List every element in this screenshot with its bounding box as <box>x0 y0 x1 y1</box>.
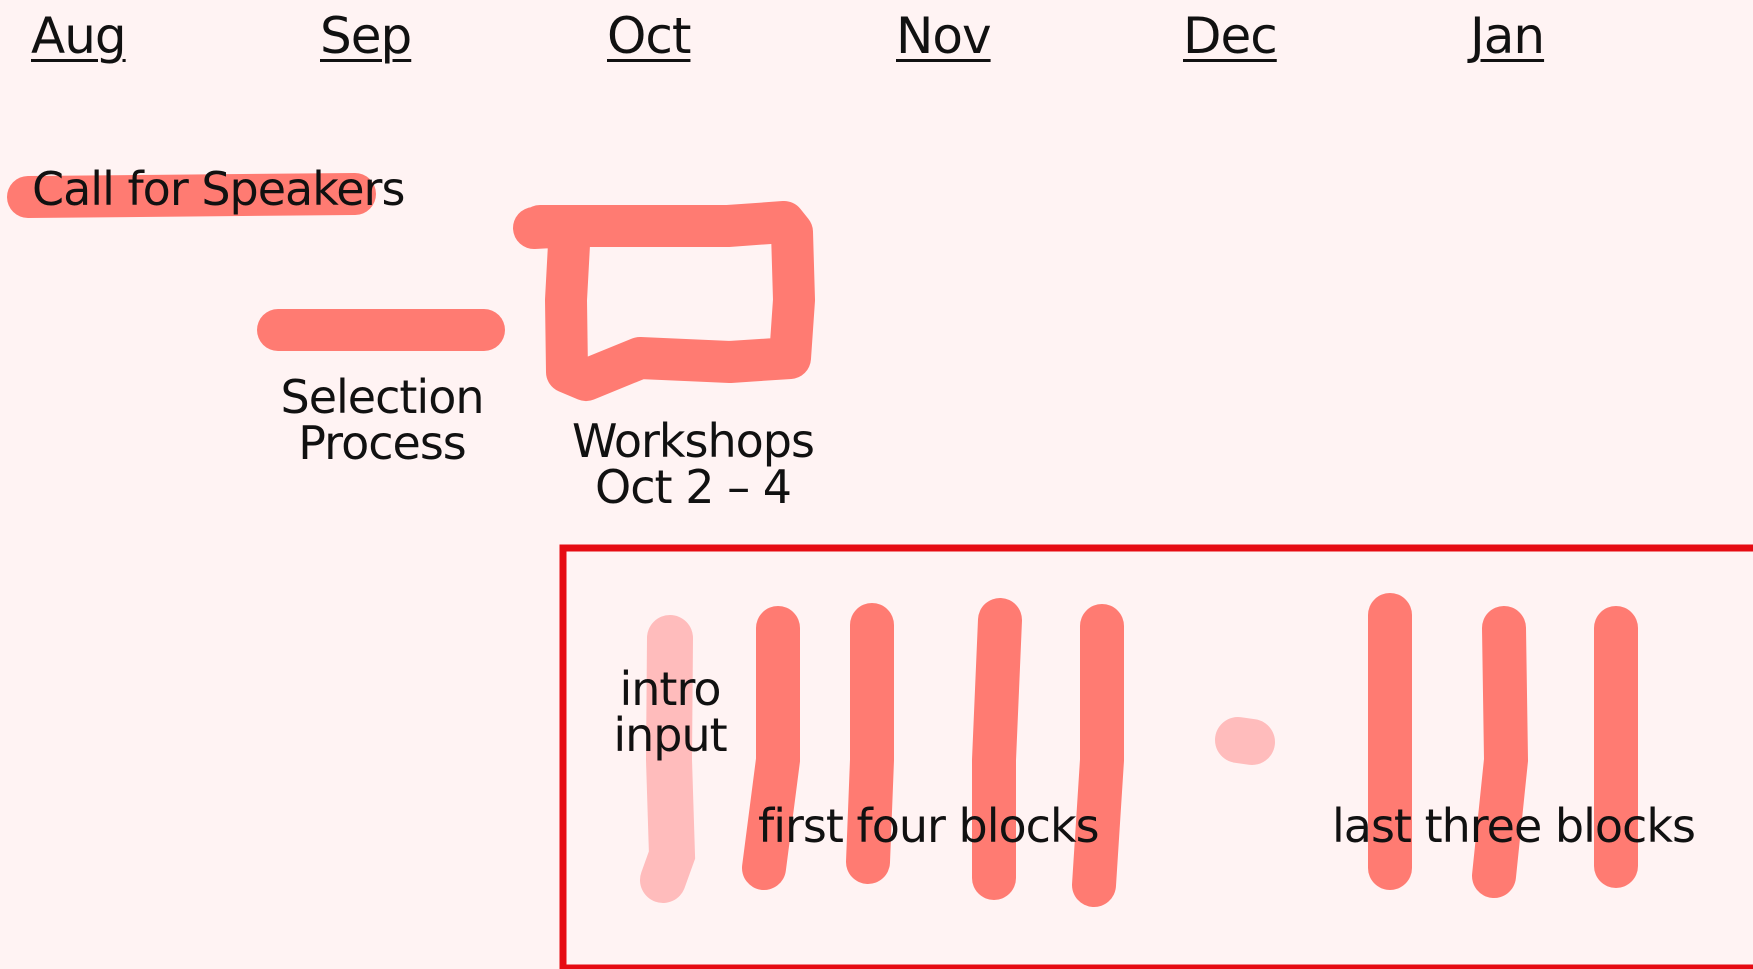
workshops-title: Workshops <box>572 414 815 468</box>
month-nov: Nov <box>896 7 992 65</box>
month-aug: Aug <box>31 7 127 65</box>
workshops-dates: Oct 2 – 4 <box>595 460 792 514</box>
first-four-blocks-label: first four blocks <box>758 799 1100 853</box>
month-oct: Oct <box>607 7 691 65</box>
workshops-box <box>513 201 815 401</box>
build-period-frame <box>559 544 1753 969</box>
month-jan: Jan <box>1470 7 1545 65</box>
workshops-label: Workshops Oct 2 – 4 <box>548 418 838 510</box>
intro-input-line-2: input <box>613 708 727 762</box>
selection-process-line-1: Selection <box>280 370 485 424</box>
selection-process-label: Selection Process <box>262 374 502 466</box>
month-dec: Dec <box>1183 7 1278 65</box>
gap-dot <box>1215 717 1275 765</box>
intro-input-label: intro input <box>596 666 744 758</box>
intro-input-line-1: intro <box>619 662 721 716</box>
selection-process-line-2: Process <box>298 416 467 470</box>
call-for-speakers-label: Call for Speakers <box>32 162 405 216</box>
month-sep: Sep <box>320 7 412 65</box>
last-three-blocks-label: last three blocks <box>1332 799 1696 853</box>
